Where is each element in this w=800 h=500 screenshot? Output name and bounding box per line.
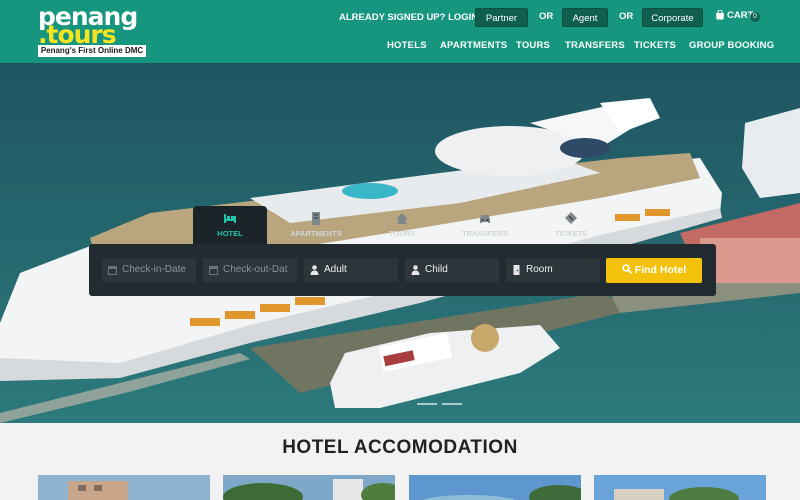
checkin-placeholder: Check-in-Date: [122, 264, 186, 275]
room-label: Room: [526, 264, 553, 275]
hotel-card-image: [409, 475, 581, 500]
find-hotel-button[interactable]: Find Hotel: [606, 258, 702, 283]
search-icon: [622, 264, 632, 274]
hotel-card-image: [223, 475, 395, 500]
user-icon: [310, 265, 319, 275]
cart-count-badge: 0: [750, 12, 760, 22]
shopping-bag-icon[interactable]: [715, 10, 725, 20]
child-label: Child: [425, 264, 448, 275]
hotel-card[interactable]: [223, 475, 395, 500]
tab-transfers[interactable]: TRANSFERS: [448, 206, 522, 244]
hotel-card-image: [38, 475, 210, 500]
or-separator: OR: [619, 11, 634, 22]
car-icon: [480, 215, 490, 223]
tab-transfers-label: TRANSFERS: [462, 229, 508, 238]
checkout-placeholder: Check-out-Dat: [223, 264, 288, 275]
home-icon: [396, 213, 408, 224]
nav-tickets[interactable]: TICKETS: [634, 40, 676, 51]
carousel-indicator[interactable]: [442, 403, 462, 405]
nav-apartments[interactable]: APARTMENTS: [440, 40, 507, 51]
logo-tagline: Penang's First Online DMC: [38, 45, 146, 57]
door-icon: [513, 265, 520, 275]
site-logo[interactable]: penang .tours Penang's First Online DMC: [38, 2, 148, 58]
hero-banner: HOTEL APARTMENTS TOURS TRANSFERS TICKETS: [0, 63, 800, 423]
hotel-card-image: [594, 475, 766, 500]
child-select[interactable]: Child: [405, 258, 499, 282]
find-hotel-label: Find Hotel: [634, 264, 687, 276]
tab-hotel-label: HOTEL: [217, 229, 243, 238]
hotel-card[interactable]: [409, 475, 581, 500]
corporate-login-button[interactable]: Corporate: [642, 8, 703, 27]
tab-apartments-label: APARTMENTS: [290, 229, 342, 238]
or-separator: OR: [539, 11, 554, 22]
tab-tours-label: TOURS: [388, 229, 416, 238]
hotel-card[interactable]: [594, 475, 766, 500]
tab-tickets-label: TICKETS: [554, 229, 588, 238]
checkin-date-field[interactable]: Check-in-Date: [102, 258, 196, 282]
section-title: HOTEL ACCOMODATION: [282, 437, 518, 458]
building-icon: [312, 212, 320, 225]
tab-hotel[interactable]: HOTEL: [193, 206, 267, 244]
partner-login-button[interactable]: Partner: [475, 8, 528, 27]
tab-apartments[interactable]: APARTMENTS: [279, 206, 353, 244]
tab-tickets[interactable]: TICKETS: [534, 206, 608, 244]
carousel-indicator[interactable]: [417, 403, 437, 405]
site-header: penang .tours Penang's First Online DMC …: [0, 0, 800, 63]
adult-select[interactable]: Adult: [304, 258, 398, 282]
adult-label: Adult: [324, 264, 347, 275]
nav-tours[interactable]: TOURS: [516, 40, 550, 51]
agent-login-button[interactable]: Agent: [562, 8, 608, 27]
nav-hotels[interactable]: HOTELS: [387, 40, 427, 51]
checkout-date-field[interactable]: Check-out-Dat: [203, 258, 297, 282]
calendar-icon: [108, 266, 117, 275]
user-icon: [411, 265, 420, 275]
bed-icon: [224, 214, 236, 223]
nav-transfers[interactable]: TRANSFERS: [565, 40, 625, 51]
tab-tours[interactable]: TOURS: [365, 206, 439, 244]
room-select[interactable]: Room: [506, 258, 600, 282]
hotel-card[interactable]: [38, 475, 210, 500]
calendar-icon: [209, 266, 218, 275]
ticket-icon: [565, 212, 577, 224]
nav-group-booking[interactable]: GROUP BOOKING: [689, 40, 774, 51]
login-prompt: ALREADY SIGNED UP? LOGIN AS: [339, 12, 494, 23]
